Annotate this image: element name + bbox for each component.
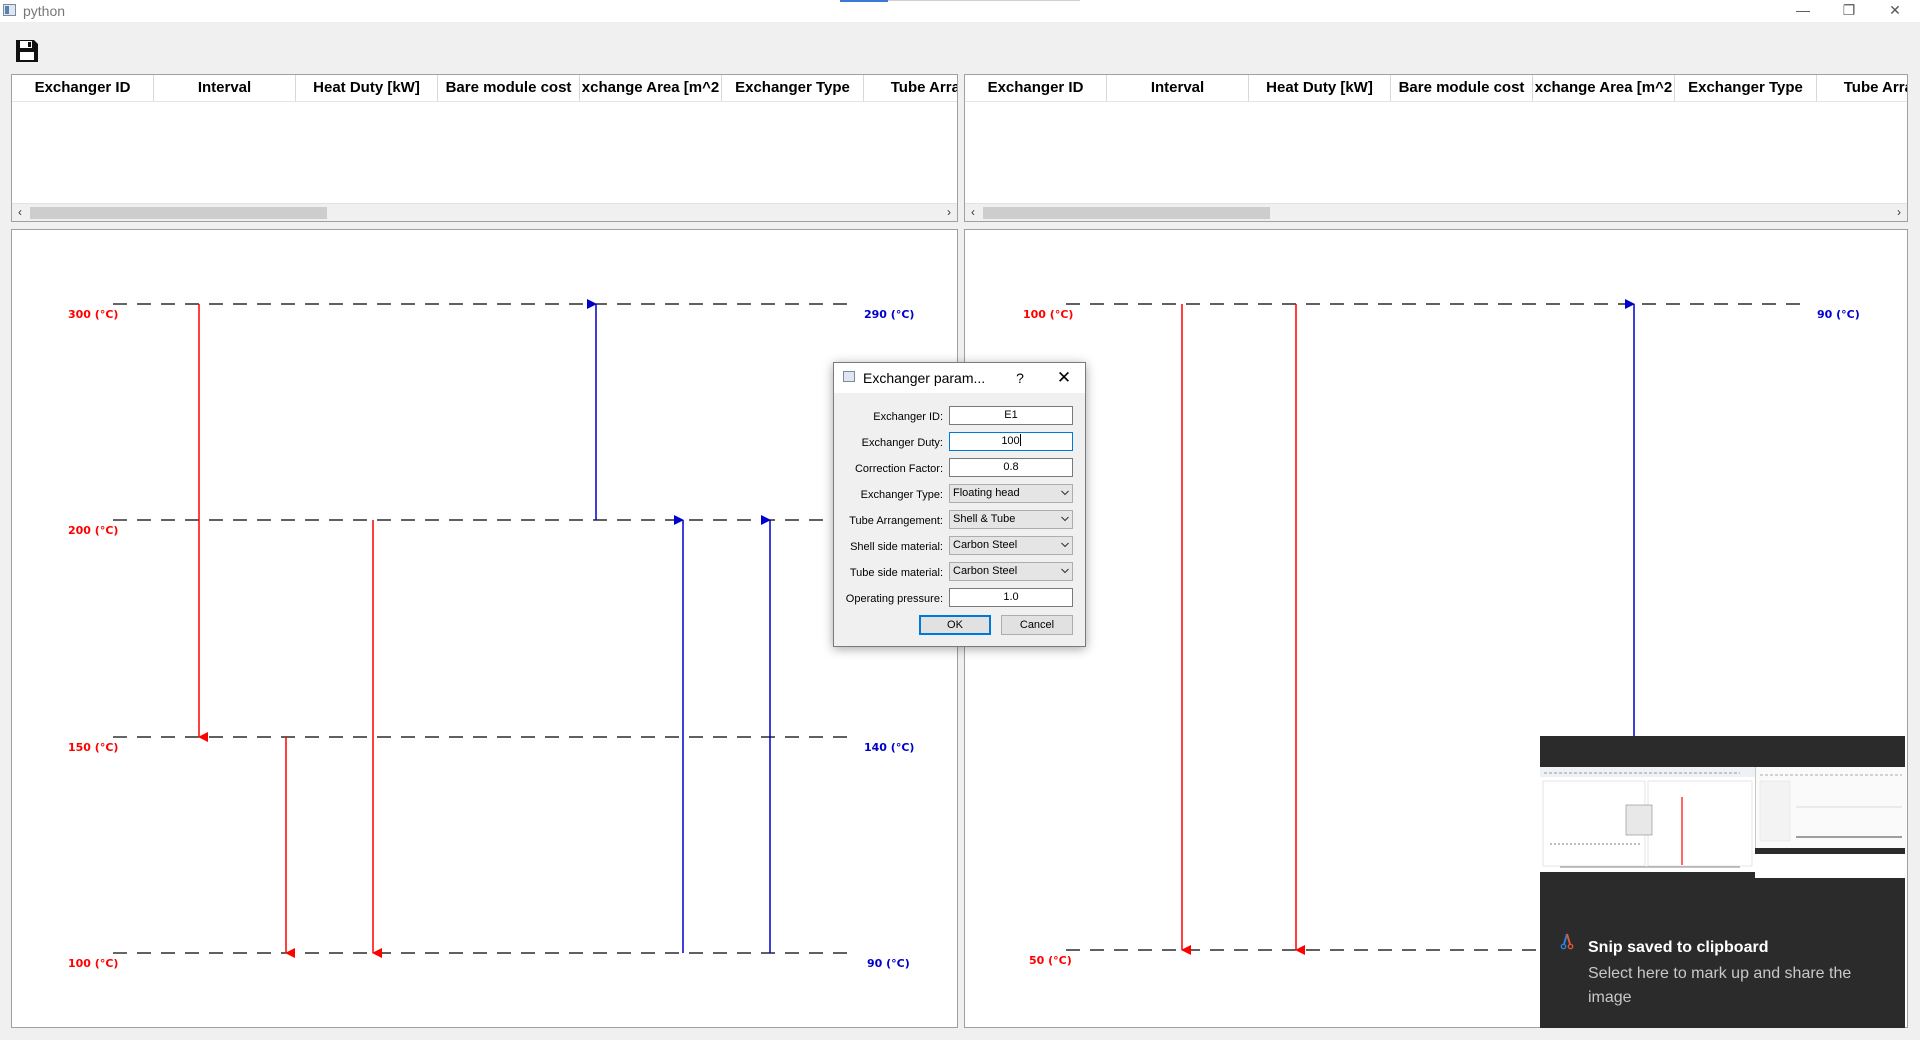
floppy-disk-icon — [16, 40, 38, 62]
hot-temperature-label: 100 (°C) — [1023, 308, 1073, 321]
close-button[interactable]: ✕ — [1872, 0, 1918, 22]
cold-temperature-label: 290 (°C) — [864, 308, 914, 321]
thumbnail-taskbar — [1540, 872, 1755, 878]
scroll-right-arrow-icon[interactable]: › — [1891, 204, 1907, 221]
correction-factor-input[interactable]: 0.8 — [949, 458, 1073, 477]
help-button[interactable]: ? — [1010, 368, 1030, 388]
dialog-app-icon — [843, 371, 855, 382]
hot-temperature-label: 100 (°C) — [68, 957, 118, 970]
right-table-scrollbar[interactable]: ‹ › — [965, 203, 1907, 221]
window-title: python — [23, 3, 66, 19]
tube-arrangement-label: Tube Arrangement: — [849, 515, 943, 527]
snip-notification-toast[interactable]: Snip saved to clipboard Select here to m… — [1540, 736, 1906, 1028]
title-accent-line — [840, 0, 888, 2]
scroll-right-arrow-icon[interactable]: › — [941, 204, 957, 221]
dialog-close-button[interactable]: ✕ — [1052, 368, 1076, 388]
column-header[interactable]: Exchanger ID — [12, 75, 154, 101]
exchanger-type-value: Floating head — [953, 487, 1020, 499]
scroll-thumb[interactable] — [983, 207, 1270, 219]
minimize-button[interactable]: — — [1780, 0, 1826, 22]
operating-pressure-label: Operating pressure: — [845, 593, 943, 605]
text-caret — [1019, 434, 1021, 446]
hot-temperature-label: 50 (°C) — [1029, 954, 1072, 967]
thumbnail-preview-image — [1540, 767, 1755, 868]
tube-side-material-value: Carbon Steel — [953, 565, 1018, 577]
hot-temperature-label: 300 (°C) — [68, 308, 118, 321]
snip-sketch-icon — [1560, 933, 1574, 950]
left-table-scrollbar[interactable]: ‹ › — [12, 203, 957, 221]
column-header[interactable]: xchange Area [m^2 — [1533, 75, 1675, 101]
left-grid-diagram-canvas: 300 (°C) 200 (°C) 150 (°C) 100 (°C) 290 … — [68, 299, 914, 970]
shell-side-material-select[interactable]: Carbon Steel — [949, 536, 1073, 555]
operating-pressure-input[interactable]: 1.0 — [949, 588, 1073, 607]
chevron-down-icon — [1061, 490, 1069, 496]
hot-temperature-label: 200 (°C) — [68, 524, 118, 537]
snip-notification-message: Select here to mark up and share the ima… — [1588, 965, 1852, 1006]
save-button[interactable] — [14, 38, 40, 64]
column-header[interactable]: Interval — [154, 75, 296, 101]
scroll-left-arrow-icon[interactable]: ‹ — [965, 204, 981, 221]
tube-side-material-label: Tube side material: — [849, 567, 943, 579]
exchanger-id-label: Exchanger ID: — [873, 411, 943, 423]
column-header[interactable]: Heat Duty [kW] — [296, 75, 438, 101]
chevron-down-icon — [1061, 568, 1069, 574]
column-header[interactable]: Bare module cost — [1391, 75, 1533, 101]
hot-temperature-label: 150 (°C) — [68, 741, 118, 754]
chevron-down-icon — [1061, 516, 1069, 522]
cold-temperature-label: 140 (°C) — [864, 741, 914, 754]
column-header[interactable]: Tube Arrang — [864, 75, 957, 101]
right-table-header: Exchanger ID Interval Heat Duty [kW] Bar… — [965, 75, 1907, 102]
column-header[interactable]: Tube Arrang — [1817, 75, 1907, 101]
chevron-down-icon — [1061, 542, 1069, 548]
tube-arrangement-value: Shell & Tube — [953, 513, 1016, 525]
column-header[interactable]: Bare module cost — [438, 75, 580, 101]
exchanger-duty-input[interactable]: 100 — [949, 432, 1073, 451]
thumbnail-right-pane — [1755, 767, 1906, 848]
scroll-left-arrow-icon[interactable]: ‹ — [12, 204, 28, 221]
cancel-button[interactable]: Cancel — [1001, 615, 1073, 635]
window-titlebar: python — ❐ ✕ — [0, 0, 1920, 22]
cold-temperature-label: 90 (°C) — [1817, 308, 1860, 321]
exchanger-type-select[interactable]: Floating head — [949, 484, 1073, 503]
right-exchanger-table[interactable]: Exchanger ID Interval Heat Duty [kW] Bar… — [964, 74, 1908, 222]
column-header[interactable]: xchange Area [m^2 — [580, 75, 722, 101]
column-header[interactable]: Heat Duty [kW] — [1249, 75, 1391, 101]
thumbnail-right-preview — [1759, 774, 1902, 842]
scroll-thumb[interactable] — [30, 207, 327, 219]
column-header[interactable]: Exchanger ID — [965, 75, 1107, 101]
exchanger-duty-value: 100 — [1001, 435, 1020, 447]
exchanger-parameters-dialog[interactable]: Exchanger param... ? ✕ Exchanger ID: E1 … — [833, 362, 1086, 647]
restore-button[interactable]: ❐ — [1826, 0, 1872, 22]
cold-temperature-label: 90 (°C) — [867, 957, 910, 970]
snip-screenshot-thumbnail[interactable] — [1540, 767, 1906, 878]
shell-side-material-value: Carbon Steel — [953, 539, 1018, 551]
column-header[interactable]: Interval — [1107, 75, 1249, 101]
ok-button[interactable]: OK — [919, 615, 991, 635]
thumbnail-taskbar — [1755, 848, 1905, 854]
dialog-title: Exchanger param... — [863, 370, 986, 386]
exchanger-id-input[interactable]: E1 — [949, 406, 1073, 425]
exchanger-type-label: Exchanger Type: — [860, 489, 943, 501]
left-table-header: Exchanger ID Interval Heat Duty [kW] Bar… — [12, 75, 957, 102]
left-grid-diagram[interactable]: 300 (°C) 200 (°C) 150 (°C) 100 (°C) 290 … — [11, 229, 958, 1028]
tube-side-material-select[interactable]: Carbon Steel — [949, 562, 1073, 581]
exchanger-duty-label: Exchanger Duty: — [861, 437, 943, 449]
title-divider-line — [888, 0, 1080, 1]
snip-notification-title: Snip saved to clipboard — [1588, 939, 1769, 956]
correction-factor-label: Correction Factor: — [854, 463, 943, 475]
column-header[interactable]: Exchanger Type — [1675, 75, 1817, 101]
column-header[interactable]: Exchanger Type — [722, 75, 864, 101]
shell-side-material-label: Shell side material: — [850, 541, 943, 553]
python-app-icon — [3, 4, 16, 16]
dialog-titlebar: Exchanger param... ? ✕ — [834, 363, 1085, 393]
left-exchanger-table[interactable]: Exchanger ID Interval Heat Duty [kW] Bar… — [11, 74, 958, 222]
tube-arrangement-select[interactable]: Shell & Tube — [949, 510, 1073, 529]
